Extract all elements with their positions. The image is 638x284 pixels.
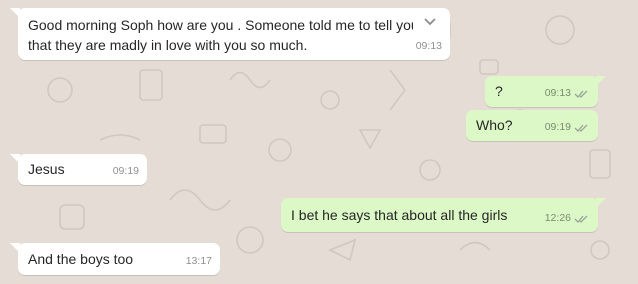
- message-time: 09:13: [415, 40, 442, 52]
- message-time: 09:19: [112, 165, 139, 177]
- bubble-tail: [596, 198, 606, 208]
- message-text: And the boys too: [28, 251, 134, 267]
- message-bubble-incoming[interactable]: Good morning Soph how are you . Someone …: [10, 8, 450, 60]
- double-check-icon: [574, 90, 588, 98]
- chevron-down-icon[interactable]: [416, 14, 440, 32]
- message-meta: 09:19: [545, 118, 590, 137]
- message-meta: 09:19: [113, 162, 139, 181]
- message-bubble-outgoing[interactable]: ? 09:13: [485, 76, 606, 107]
- message-bubble-outgoing[interactable]: Who? 09:19: [466, 110, 598, 141]
- message-bubble-incoming[interactable]: Jesus 09:19: [10, 154, 147, 185]
- bubble-tail: [10, 243, 20, 253]
- bubble-tail: [10, 154, 20, 164]
- message-time: 09:19: [544, 121, 571, 133]
- message-meta: 09:13: [416, 37, 442, 56]
- message-meta: 09:13: [545, 84, 590, 103]
- message-text: ?: [495, 83, 503, 99]
- message-text: Who?: [476, 117, 513, 133]
- message-meta: 12:26: [545, 209, 590, 228]
- message-time: 09:13: [544, 87, 571, 99]
- message-time: 12:26: [544, 212, 571, 224]
- bubble-tail: [10, 8, 20, 18]
- message-time: 13:17: [185, 255, 212, 267]
- double-check-icon: [574, 215, 588, 223]
- message-text: Good morning Soph how are you . Someone …: [28, 17, 413, 33]
- message-text: I bet he says that about all the girls: [291, 207, 508, 223]
- message-meta: 13:17: [186, 252, 212, 271]
- message-text: Jesus: [28, 161, 65, 177]
- message-bubble-outgoing[interactable]: I bet he says that about all the girls 1…: [281, 198, 606, 232]
- double-check-icon: [574, 124, 588, 132]
- message-text: that they are madly in love with you so …: [28, 37, 308, 53]
- message-bubble-incoming[interactable]: And the boys too 13:17: [10, 243, 220, 275]
- bubble-tail: [596, 76, 606, 86]
